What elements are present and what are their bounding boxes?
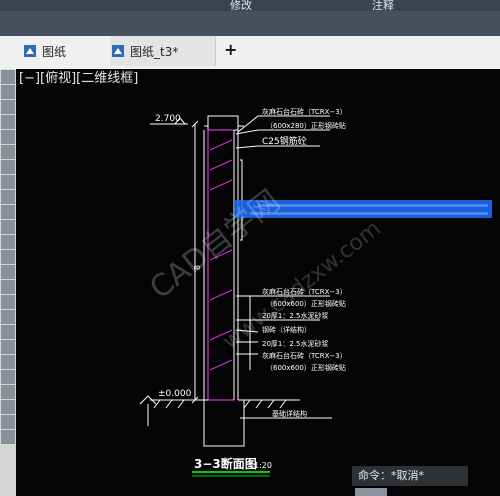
note-top-2: （600x280）正形钢砖贴 bbox=[266, 121, 346, 130]
selection-highlight-line bbox=[250, 212, 488, 215]
command-input-bar[interactable] bbox=[355, 488, 387, 496]
viewport-controls[interactable]: [−][俯视][二维线框] bbox=[19, 67, 138, 86]
command-line[interactable]: 命令：*取消* bbox=[352, 466, 468, 486]
note-top-3: C25钢筋砼 bbox=[262, 135, 307, 147]
leader-top-2 bbox=[235, 129, 330, 135]
elevation-base-label: ±0.000 bbox=[158, 389, 192, 399]
note-middle-7: （600x600）正形钢砖贴 bbox=[266, 363, 346, 372]
note-middle-6: 灰麻石台石砖（TCRX−3） bbox=[262, 351, 347, 360]
elevation-top-label: 2.700 bbox=[155, 114, 181, 124]
note-middle-5: 20厚1：2.5水泥砂浆 bbox=[262, 339, 329, 348]
section-scale: 1:20 bbox=[254, 461, 272, 470]
ground-hatch bbox=[153, 399, 287, 409]
note-top-1: 灰麻石台石砖（TCRX−3） bbox=[262, 107, 347, 116]
section-title: 3−3断面图 bbox=[194, 456, 257, 471]
wall-cap bbox=[207, 115, 239, 131]
note-base: 基础详结构 bbox=[272, 409, 307, 418]
foundation-outline bbox=[203, 400, 245, 447]
selection-highlight-line bbox=[258, 204, 488, 207]
